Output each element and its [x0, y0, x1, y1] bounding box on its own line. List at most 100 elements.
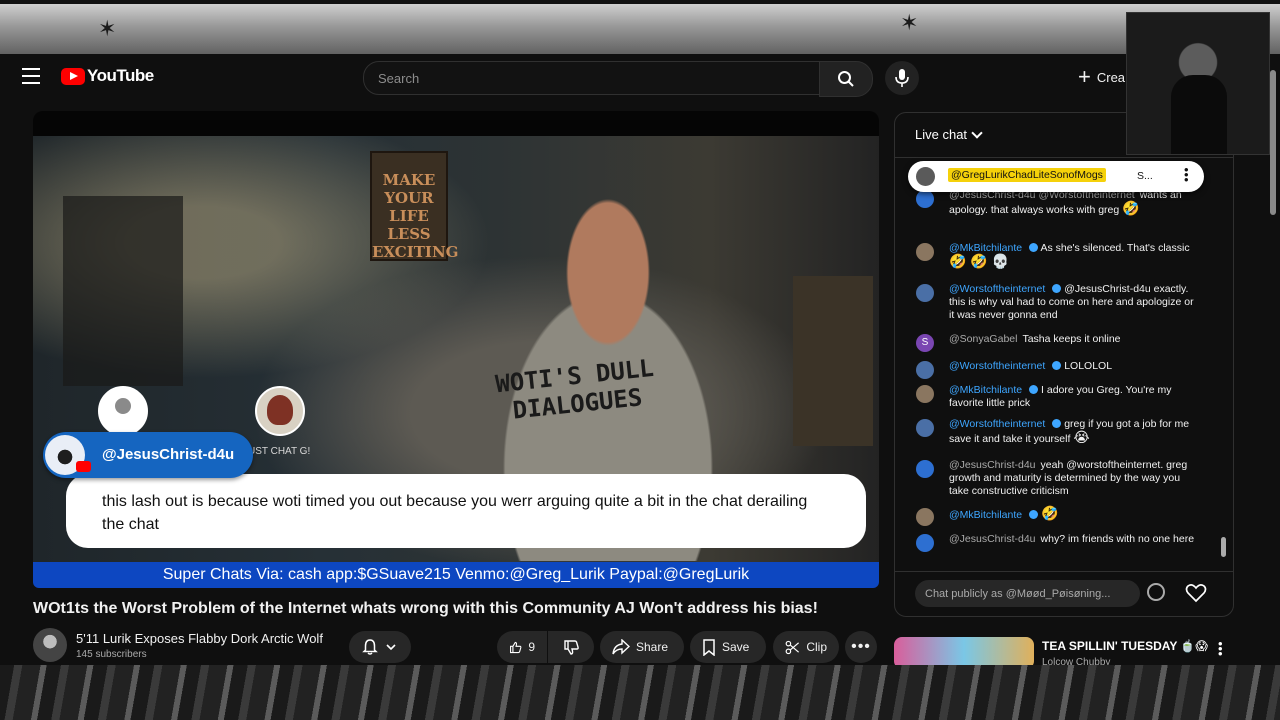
chat-scrollbar[interactable] — [1221, 537, 1226, 557]
chat-card-author: @JesusChrist-d4u — [102, 446, 235, 463]
share-button[interactable]: Share — [600, 631, 684, 663]
more-actions-button[interactable]: ••• — [845, 631, 877, 663]
clip-label: Clip — [806, 640, 827, 654]
bird-silhouette: ✶ — [98, 16, 117, 41]
chat-avatar — [916, 243, 934, 261]
chat-text: why? im friends with no one here — [1040, 533, 1195, 545]
chat-avatar — [916, 361, 934, 379]
verified-check-icon — [1029, 385, 1039, 394]
chevron-down-icon — [386, 644, 396, 651]
search-box — [363, 61, 821, 95]
pinned-author: @GregLurikChadLiteSonofMogs — [948, 168, 1106, 182]
verified-check-icon — [1052, 361, 1062, 370]
chat-emoji: 🤣 — [1041, 505, 1059, 521]
chat-author[interactable]: @Worstoftheinternet — [949, 283, 1045, 295]
super-chat-banner: Super Chats Via: cash app:$GSuave215 Ven… — [33, 562, 879, 588]
background-books — [793, 276, 873, 446]
more-icon: ••• — [851, 638, 871, 655]
pinned-message[interactable]: @GregLurikChadLiteSonofMogs S... • • • — [908, 161, 1204, 192]
more-vertical-icon[interactable]: • • • — [1184, 163, 1189, 186]
menu-icon[interactable] — [22, 68, 40, 84]
mic-icon — [895, 69, 909, 87]
chat-emoji: 😭 — [1073, 429, 1090, 445]
wall-poster: MAKE YOUR LIFE LESS EXCITING — [370, 151, 458, 261]
background-shelf — [63, 196, 183, 386]
bird-silhouette: ✶ — [900, 10, 919, 35]
chat-author[interactable]: @SonyaGabel — [949, 333, 1017, 345]
channel-avatar[interactable] — [33, 628, 67, 662]
smiley-icon[interactable] — [1147, 583, 1165, 601]
chat-message-list[interactable]: @JesusChrist-d4u @Worstoftheinternet want… — [895, 185, 1233, 565]
logo-text: YouTube — [87, 66, 154, 85]
chat-input-row — [895, 571, 1233, 616]
notification-button[interactable] — [349, 631, 411, 663]
chat-emoji: 🤣 — [1122, 200, 1140, 216]
search-button[interactable] — [819, 61, 873, 97]
chat-author[interactable]: @MkBitchilante — [949, 509, 1022, 521]
create-button[interactable]: + Crea — [1078, 64, 1125, 90]
chat-author[interactable]: @MkBitchilante — [949, 384, 1022, 396]
scissors-icon — [785, 640, 800, 654]
webcam-person — [1171, 75, 1227, 154]
chat-author[interactable]: @Worstoftheinternet — [949, 418, 1045, 430]
thumbs-down-icon — [563, 639, 579, 655]
youtube-badge-icon — [76, 461, 91, 472]
highlighted-chat-card: this lash out is because woti timed you … — [66, 474, 866, 548]
verified-check-icon — [1052, 419, 1062, 428]
generic-avatar-icon — [98, 386, 148, 436]
channel-name[interactable]: 5'11 Lurik Exposes Flabby Dork Arctic Wo… — [76, 631, 323, 646]
chat-avatar — [916, 190, 934, 208]
chat-text: As she's silenced. That's classic — [1040, 242, 1190, 254]
chat-card-author-pill: @JesusChrist-d4u — [43, 432, 253, 478]
plus-icon: + — [1078, 64, 1091, 89]
dislike-button[interactable] — [548, 631, 594, 663]
chat-avatar — [916, 385, 934, 403]
youtube-play-icon — [61, 67, 85, 85]
voice-search-button[interactable] — [885, 61, 919, 95]
fox-avatar-icon — [255, 386, 305, 436]
more-vertical-icon[interactable]: • • • — [1218, 637, 1223, 660]
subscriber-count: 145 subscribers — [76, 649, 147, 660]
share-icon — [612, 639, 630, 655]
video-title: WOt1ts the Worst Problem of the Internet… — [33, 600, 818, 617]
heart-icon[interactable] — [1184, 581, 1208, 605]
live-chat-panel: Live chat @GregLurikChadLiteSonofMogs S.… — [894, 112, 1234, 617]
chat-avatar — [916, 284, 934, 302]
chat-avatar: S — [916, 334, 934, 352]
chat-author[interactable]: @Worstoftheinternet — [949, 360, 1045, 372]
chat-input[interactable] — [915, 580, 1140, 607]
chat-avatar — [916, 508, 934, 526]
webcam-overlay — [1126, 12, 1270, 155]
chat-author[interactable]: @JesusChrist-d4u — [949, 459, 1036, 471]
page-scrollbar-thumb[interactable] — [1270, 70, 1276, 215]
thumbs-up-icon — [510, 641, 522, 653]
bell-icon — [362, 639, 378, 655]
bookmark-icon — [703, 638, 715, 656]
search-icon — [838, 71, 854, 87]
save-label: Save — [722, 640, 750, 654]
verified-check-icon — [1029, 243, 1039, 252]
top-header: YouTube + Crea — [0, 54, 1280, 100]
stream-overlay-top: ✶ ✶ — [0, 0, 1280, 58]
like-count: 9 — [528, 640, 535, 654]
clip-button[interactable]: Clip — [773, 631, 839, 663]
chat-text: LOLOLOL — [1064, 360, 1113, 372]
chat-text: Tasha keeps it online — [1022, 333, 1121, 345]
verified-check-icon — [1052, 284, 1062, 293]
pinned-preview: S... — [1137, 170, 1153, 182]
create-label: Crea — [1096, 69, 1126, 85]
chat-avatar — [916, 534, 934, 552]
verified-check-icon — [1029, 510, 1039, 519]
overlay-caption: UST CHAT G! — [248, 446, 311, 457]
chat-avatar — [916, 460, 934, 478]
player-top-bar — [33, 111, 879, 136]
search-input[interactable] — [364, 62, 812, 94]
youtube-logo[interactable]: YouTube — [61, 66, 154, 86]
live-chat-mode-dropdown[interactable]: Live chat — [915, 127, 967, 142]
share-label: Share — [636, 640, 669, 654]
like-button[interactable]: 9 — [497, 631, 547, 663]
save-button[interactable]: Save — [690, 631, 766, 663]
suggested-video-title[interactable]: TEA SPILLIN' TUESDAY 🍵😱 — [1042, 639, 1208, 653]
chat-author[interactable]: @JesusChrist-d4u — [949, 533, 1036, 545]
chat-avatar — [916, 419, 934, 437]
